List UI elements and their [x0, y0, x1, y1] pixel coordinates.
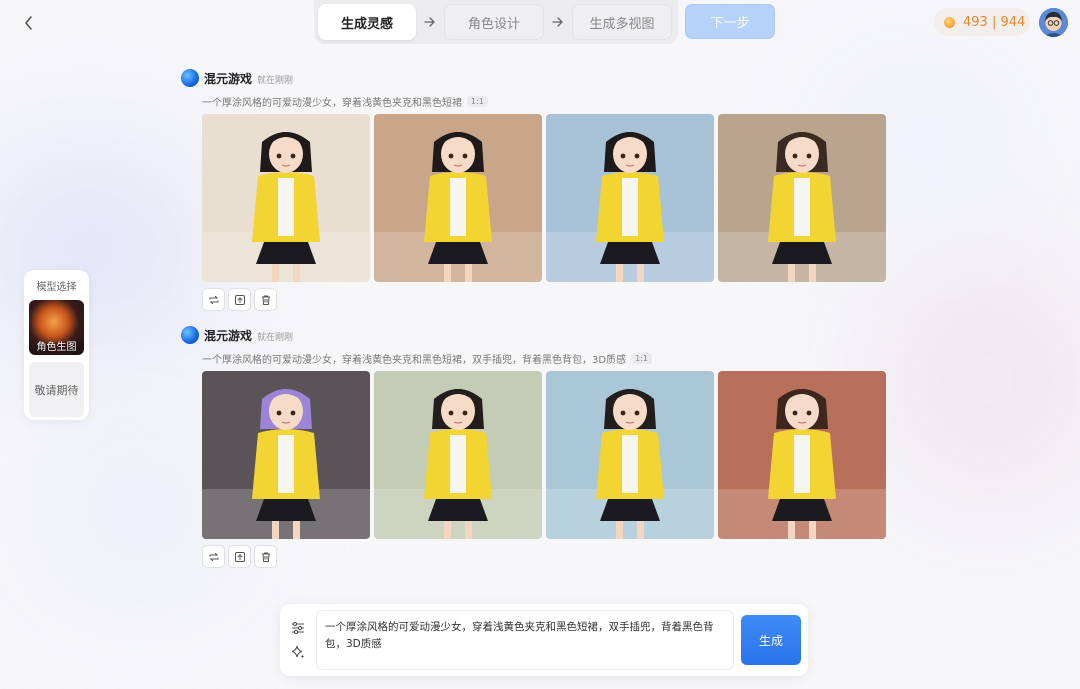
anime-girl-illustration — [546, 114, 714, 282]
prompt-input[interactable]: 一个厚涂风格的可爱动漫少女，穿着浅黄色夹克和黑色短裙，双手插兜，背着黑色背包，3… — [316, 610, 734, 670]
step-multi-view[interactable]: 生成多视图 — [572, 4, 672, 40]
generation-group: 混元游戏 就在刚刚 一个厚涂风格的可爱动漫少女，穿着浅黄色夹克和黑色短裙 1:1 — [181, 68, 886, 311]
upload-icon — [234, 294, 245, 305]
prompt-text: 一个厚涂风格的可爱动漫少女，穿着浅黄色夹克和黑色短裙，双手插兜，背着黑色背包，3… — [202, 354, 627, 366]
trash-icon — [261, 295, 270, 305]
model-selector-panel: 模型选择 角色生图 敬请期待 — [24, 270, 89, 420]
anime-girl-illustration — [718, 371, 886, 539]
generated-image[interactable] — [202, 114, 370, 282]
author-name: 混元游戏 — [204, 328, 253, 343]
generated-image[interactable] — [718, 114, 886, 282]
model-option-label: 角色生图 — [36, 342, 77, 353]
image-grid — [202, 114, 886, 282]
generated-image[interactable] — [546, 371, 714, 539]
back-button[interactable] — [18, 12, 40, 34]
prompt-composer: 一个厚涂风格的可爱动漫少女，穿着浅黄色夹克和黑色短裙，双手插兜，背着黑色背包，3… — [280, 604, 808, 676]
delete-button[interactable] — [254, 288, 277, 311]
brand-logo-icon — [181, 69, 199, 87]
next-step-button[interactable]: 下一步 — [685, 4, 775, 39]
repeat-icon — [208, 295, 219, 304]
generated-image[interactable] — [718, 371, 886, 539]
generated-image[interactable] — [202, 371, 370, 539]
model-selector-title: 模型选择 — [36, 282, 77, 293]
repeat-icon — [208, 552, 219, 561]
step-character-design[interactable]: 角色设计 — [444, 4, 544, 40]
step-tabs: 生成灵感 角色设计 生成多视图 — [314, 0, 678, 44]
user-avatar-icon — [1039, 8, 1068, 37]
enhance-prompt-button[interactable] — [288, 642, 308, 662]
coin-icon — [944, 16, 955, 28]
anime-girl-illustration — [374, 371, 542, 539]
upload-button[interactable] — [228, 545, 251, 568]
anime-girl-illustration — [718, 114, 886, 282]
step-generate-inspiration[interactable]: 生成灵感 — [318, 4, 416, 40]
regenerate-button[interactable] — [202, 288, 225, 311]
image-grid — [202, 371, 886, 539]
upload-icon — [234, 551, 245, 562]
brand-logo-icon — [181, 326, 199, 344]
timestamp: 就在刚刚 — [257, 332, 294, 343]
ratio-badge: 1:1 — [631, 352, 652, 364]
regenerate-button[interactable] — [202, 545, 225, 568]
anime-girl-illustration — [202, 114, 370, 282]
credits-value: 493 | 944 — [963, 14, 1026, 30]
ratio-badge: 1:1 — [467, 95, 488, 107]
sparkle-icon — [291, 645, 305, 659]
model-option-coming-soon[interactable]: 敬请期待 — [29, 362, 84, 417]
anime-girl-illustration — [202, 371, 370, 539]
settings-button[interactable] — [288, 618, 308, 638]
anime-girl-illustration — [374, 114, 542, 282]
avatar[interactable] — [1039, 8, 1068, 37]
chevron-left-icon — [24, 16, 32, 30]
generated-image[interactable] — [546, 114, 714, 282]
trash-icon — [261, 552, 270, 562]
author-name: 混元游戏 — [204, 71, 253, 86]
prompt-text: 一个厚涂风格的可爱动漫少女，穿着浅黄色夹克和黑色短裙 — [202, 97, 462, 109]
credits-badge: 493 | 944 — [934, 8, 1030, 36]
sliders-icon — [292, 621, 304, 635]
model-option-character[interactable]: 角色生图 — [29, 300, 84, 355]
generated-image[interactable] — [374, 371, 542, 539]
upload-button[interactable] — [228, 288, 251, 311]
generation-group: 混元游戏 就在刚刚 一个厚涂风格的可爱动漫少女，穿着浅黄色夹克和黑色短裙，双手插… — [181, 325, 886, 568]
arrow-right-icon — [544, 17, 572, 27]
timestamp: 就在刚刚 — [257, 75, 294, 86]
delete-button[interactable] — [254, 545, 277, 568]
generated-image[interactable] — [374, 114, 542, 282]
arrow-right-icon — [416, 17, 444, 27]
anime-girl-illustration — [546, 371, 714, 539]
generate-button[interactable]: 生成 — [741, 615, 801, 665]
